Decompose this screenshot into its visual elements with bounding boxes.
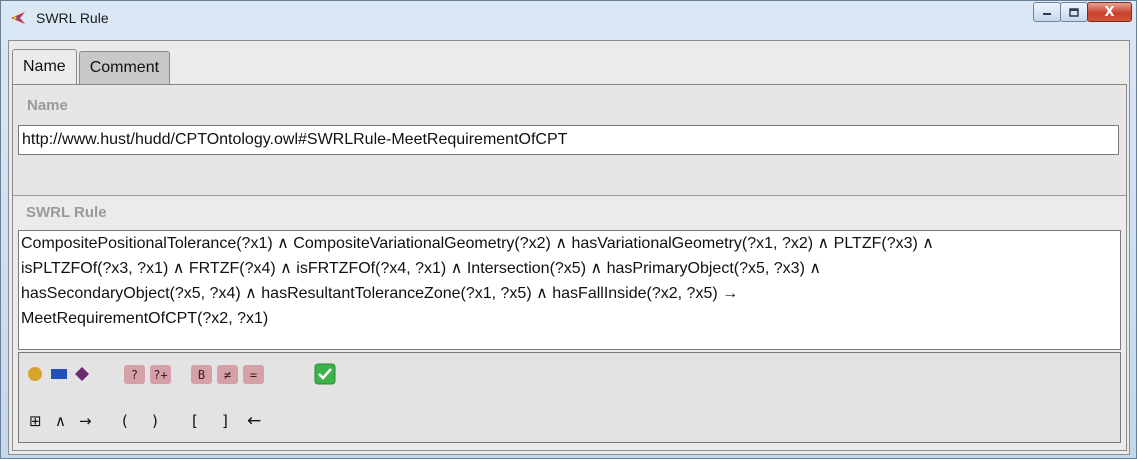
tab-comment[interactable]: Comment (78, 51, 171, 84)
swrl-rule-label: SWRL Rule (26, 204, 107, 221)
close-paren-button[interactable]: ) (152, 412, 158, 430)
close-button[interactable]: X (1087, 2, 1132, 22)
open-bracket-button[interactable]: [ (192, 412, 198, 430)
rule-line: hasSecondaryObject(?x5, ?x4) ∧ hasResult… (21, 285, 739, 302)
window-title: SWRL Rule (36, 10, 109, 26)
builtin-button[interactable]: B (191, 365, 212, 384)
table-icon[interactable]: ⊞ (29, 412, 42, 430)
implies-button[interactable]: → (79, 412, 92, 430)
variable-wand-icon[interactable]: ? (124, 365, 145, 384)
rule-line: MeetRequirementOfCPT(?x2, ?x1) (21, 310, 269, 327)
open-paren-button[interactable]: ( (122, 412, 128, 430)
minimize-icon (1043, 13, 1051, 15)
swrl-rule-editor[interactable]: CompositePositionalTolerance(?x1) ∧ Comp… (18, 230, 1121, 350)
name-field[interactable] (18, 125, 1119, 155)
tab-strip: Name Comment (12, 49, 171, 84)
rule-line: CompositePositionalTolerance(?x1) ∧ Comp… (21, 235, 934, 252)
class-circle-icon[interactable] (27, 366, 43, 382)
title-bar[interactable]: SWRL Rule X (1, 1, 1136, 36)
tab-name[interactable]: Name (12, 49, 77, 84)
minimize-button[interactable] (1033, 2, 1061, 22)
different-from-button[interactable]: ≠ (217, 365, 238, 384)
swrl-rule-section: SWRL Rule CompositePositionalTolerance(?… (13, 196, 1126, 450)
rule-line: isPLTZFOf(?x3, ?x1) ∧ FRTZF(?x4) ∧ isFRT… (21, 260, 822, 277)
protege-app-icon (11, 12, 25, 24)
maximize-icon (1069, 7, 1079, 17)
and-button[interactable]: ∧ (55, 412, 66, 430)
name-section: Name (13, 85, 1126, 196)
same-as-button[interactable]: = (243, 365, 264, 384)
swrl-rule-window: SWRL Rule X Name Comment Name http://www… (0, 0, 1137, 459)
name-label: Name (27, 97, 68, 114)
backspace-button[interactable]: ← (247, 411, 261, 431)
tab-panel: Name SWRL Rule CompositePositionalTolera… (12, 84, 1127, 451)
close-bracket-button[interactable]: ] (222, 412, 228, 430)
maximize-button[interactable] (1060, 2, 1088, 22)
dialog-content: Name Comment Name SWRL Rule CompositePos… (8, 40, 1130, 455)
property-rect-icon[interactable] (51, 368, 67, 380)
close-icon: X (1104, 4, 1115, 20)
rule-toolbar: ? ?+ B ≠ = ⊞ ∧ → ( ) [ ] ← (18, 352, 1121, 443)
window-controls: X (1033, 2, 1132, 22)
add-variable-icon[interactable]: ?+ (150, 365, 171, 384)
check-icon[interactable] (314, 363, 336, 385)
individual-diamond-icon[interactable] (74, 366, 90, 382)
